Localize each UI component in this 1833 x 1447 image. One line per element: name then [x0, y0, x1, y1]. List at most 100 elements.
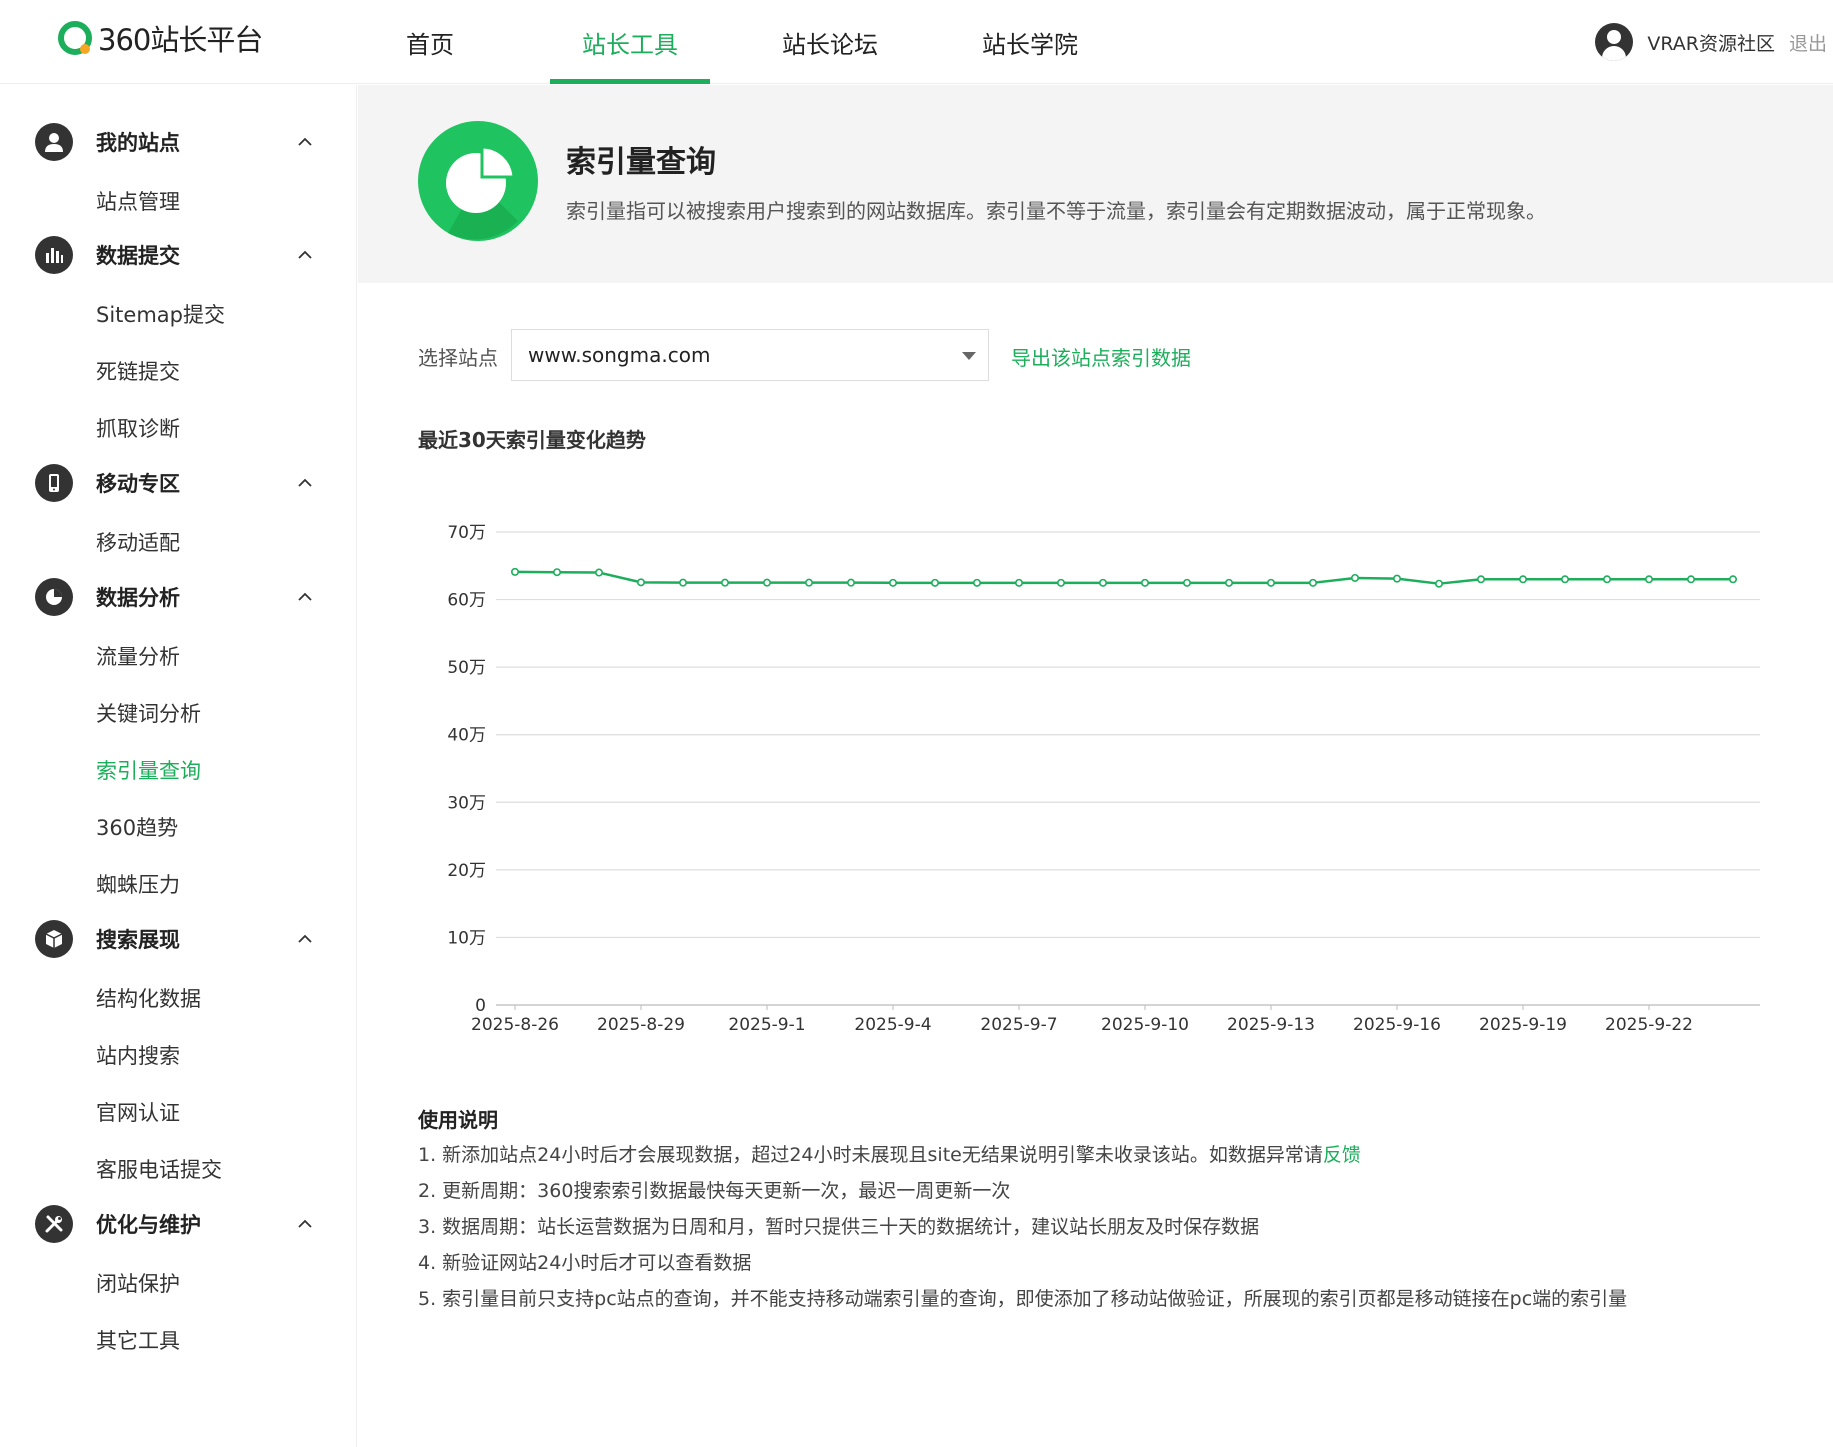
data-point [972, 578, 981, 587]
nav-webmaster-academy[interactable]: 站长学院 [930, 0, 1130, 84]
chevron-down-icon [962, 352, 976, 360]
data-point [1519, 575, 1528, 584]
mobile-icon [35, 464, 73, 502]
sidebar-group-data-analysis[interactable]: 数据分析 [0, 569, 357, 625]
data-point [1434, 579, 1443, 588]
data-point [553, 568, 562, 577]
chevron-up-icon[interactable] [298, 1217, 312, 1231]
y-tick-label: 0 [475, 996, 486, 1016]
data-point [511, 567, 520, 576]
data-point [1687, 575, 1696, 584]
logo-text: 360站长平台 [98, 23, 263, 57]
sidebar-group-my-sites[interactable]: 我的站点 [0, 114, 357, 170]
feedback-link[interactable]: 反馈 [1323, 1144, 1361, 1166]
usage-note: 3. 数据周期：站长运营数据为日周和月，暂时只提供三十天的数据统计，建议站长朋友… [418, 1216, 1260, 1238]
sidebar-item-site-management[interactable]: 站点管理 [96, 186, 180, 216]
usage-note-text: 1. 新添加站点24小时后才会展现数据，超过24小时未展现且site无结果说明引… [418, 1144, 1323, 1166]
sidebar-item-site-search[interactable]: 站内搜索 [96, 1040, 180, 1070]
data-point [678, 578, 687, 587]
x-tick-label: 2025-9-19 [1479, 1015, 1567, 1035]
sidebar-item-keyword-analysis[interactable]: 关键词分析 [96, 698, 201, 728]
data-point [1308, 578, 1317, 587]
page-banner: 索引量查询 索引量指可以被搜索用户搜索到的网站数据库。索引量不等于流量，索引量会… [358, 85, 1833, 283]
data-point [637, 578, 646, 587]
logout-link[interactable]: 退出 [1789, 29, 1833, 56]
x-tick-label: 2025-9-10 [1101, 1015, 1189, 1035]
data-point [1392, 574, 1401, 583]
y-tick-label: 60万 [447, 591, 486, 611]
usage-note: 5. 索引量目前只支持pc站点的查询，并不能支持移动端索引量的查询，即使添加了移… [418, 1288, 1628, 1310]
sidebar-group-mobile[interactable]: 移动专区 [0, 455, 357, 511]
page-title: 索引量查询 [566, 145, 716, 180]
bar-chart-icon [35, 236, 73, 274]
page-description: 索引量指可以被搜索用户搜索到的网站数据库。索引量不等于流量，索引量会有定期数据波… [566, 199, 1546, 223]
x-tick-label: 2025-9-7 [980, 1015, 1057, 1035]
chevron-up-icon[interactable] [298, 476, 312, 490]
y-tick-label: 30万 [447, 793, 486, 813]
data-point [804, 578, 813, 587]
user-name[interactable]: VRAR资源社区 [1647, 29, 1775, 56]
y-tick-label: 50万 [447, 658, 486, 678]
chevron-up-icon[interactable] [298, 932, 312, 946]
logo-icon [58, 21, 92, 55]
usage-note: 1. 新添加站点24小时后才会展现数据，超过24小时未展现且site无结果说明引… [418, 1140, 1361, 1167]
avatar[interactable] [1595, 23, 1634, 61]
chevron-up-icon[interactable] [298, 135, 312, 149]
chart-title: 最近30天索引量变化趋势 [418, 428, 646, 452]
data-point [720, 578, 729, 587]
sidebar-group-title: 优化与维护 [96, 1213, 201, 1237]
sidebar-group-optimize-maintain[interactable]: 优化与维护 [0, 1196, 357, 1252]
sidebar-item-spider-pressure[interactable]: 蜘蛛压力 [96, 869, 180, 899]
sidebar-item-mobile-adapt[interactable]: 移动适配 [96, 527, 180, 557]
chevron-up-icon[interactable] [298, 248, 312, 262]
export-index-data-link[interactable]: 导出该站点索引数据 [1011, 342, 1191, 371]
pie-chart-icon [418, 121, 538, 241]
sidebar-group-title: 搜索展现 [96, 928, 180, 952]
nav-webmaster-tools[interactable]: 站长工具 [530, 0, 730, 84]
sidebar-item-crawl-diagnosis[interactable]: 抓取诊断 [96, 413, 180, 443]
sidebar-item-other-tools[interactable]: 其它工具 [96, 1325, 180, 1355]
site-select-label: 选择站点 [418, 346, 498, 370]
logo[interactable]: 360站长平台 [56, 18, 263, 58]
sidebar-item-official-cert[interactable]: 官网认证 [96, 1097, 180, 1127]
nav-webmaster-forum[interactable]: 站长论坛 [730, 0, 930, 84]
data-point [1477, 575, 1486, 584]
pie-chart-icon [35, 578, 73, 616]
sidebar-item-traffic-analysis[interactable]: 流量分析 [96, 641, 180, 671]
sidebar-group-title: 数据提交 [96, 244, 180, 268]
nav-home[interactable]: 首页 [330, 0, 530, 84]
x-tick-label: 2025-9-16 [1353, 1015, 1441, 1035]
series-line [514, 570, 1733, 585]
chevron-up-icon[interactable] [298, 590, 312, 604]
site-select[interactable]: www.songma.com [511, 329, 989, 381]
user-icon [35, 123, 73, 161]
data-point [846, 578, 855, 587]
sidebar-item-deadlink-submit[interactable]: 死链提交 [96, 356, 180, 386]
data-point [1350, 573, 1359, 582]
sidebar-item-360-trend[interactable]: 360趋势 [96, 812, 178, 842]
user-area: VRAR资源社区 退出 [1595, 0, 1833, 84]
sidebar-item-site-close-protect[interactable]: 闭站保护 [96, 1268, 180, 1298]
sidebar-group-search-display[interactable]: 搜索展现 [0, 911, 357, 967]
sidebar-group-data-submit[interactable]: 数据提交 [0, 227, 357, 283]
data-point [1729, 575, 1738, 584]
sidebar-item-structured-data[interactable]: 结构化数据 [96, 983, 201, 1013]
y-tick-label: 70万 [447, 523, 486, 543]
sidebar-item-sitemap-submit[interactable]: Sitemap提交 [96, 299, 225, 329]
tools-icon [35, 1205, 73, 1243]
x-tick-label: 2025-9-1 [728, 1015, 805, 1035]
usage-note: 4. 新验证网站24小时后才可以查看数据 [418, 1252, 752, 1274]
data-point [888, 578, 897, 587]
index-trend-chart: 0 10万 20万 30万 40万 50万 60万 70万 2025-8-26 2025-8-29… [447, 523, 1760, 1035]
x-tick-label: 2025-8-29 [597, 1015, 685, 1035]
sidebar-group-title: 我的站点 [96, 131, 180, 155]
data-point [1056, 578, 1065, 587]
sidebar-item-service-phone[interactable]: 客服电话提交 [96, 1154, 222, 1184]
data-point [1645, 575, 1654, 584]
y-tick-label: 20万 [447, 861, 486, 881]
x-tick-label: 2025-9-4 [854, 1015, 931, 1035]
sidebar-group-title: 移动专区 [96, 472, 180, 496]
sidebar-item-index-query[interactable]: 索引量查询 [96, 755, 201, 785]
main-nav: 首页 站长工具 站长论坛 站长学院 [330, 0, 1130, 84]
data-point [930, 578, 939, 587]
